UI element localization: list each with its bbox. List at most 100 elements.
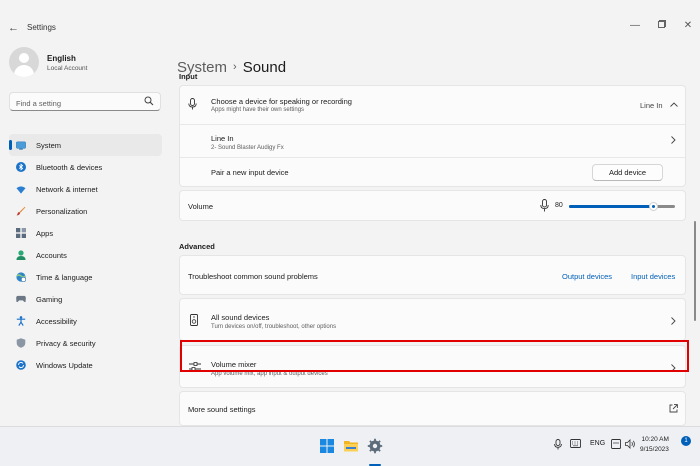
sidebar-item-label: Accounts <box>36 250 67 260</box>
sidebar-item-label: Privacy & security <box>36 338 96 348</box>
shield-icon <box>16 338 26 348</box>
search-input[interactable] <box>10 95 135 112</box>
volume-value: 80 <box>555 202 563 209</box>
chevron-up-icon[interactable] <box>670 102 678 107</box>
line-in-device-row[interactable]: Line In 2- Sound Blaster Audigy Fx <box>180 125 685 157</box>
sidebar-item-time-language[interactable]: Time & language <box>9 266 162 288</box>
chevron-right-icon[interactable] <box>671 364 676 372</box>
sidebar-item-label: Apps <box>36 228 54 238</box>
sidebar-item-label: System <box>36 140 62 150</box>
sidebar-item-privacy[interactable]: Privacy & security <box>9 332 162 354</box>
pair-input-device-row: Pair a new input device Add device <box>180 158 685 187</box>
all-sound-devices-row[interactable]: All sound devices Turn devices on/off, t… <box>179 298 686 341</box>
volume-mixer-row[interactable]: Volume mixer App volume mix, app input &… <box>179 345 686 388</box>
maximize-icon[interactable] <box>655 20 669 31</box>
close-icon[interactable]: ✕ <box>681 20 695 31</box>
taskbar: ENG 10:20 AM 9/15/2023 1 <box>0 426 700 466</box>
input-volume-card: Volume 80 <box>179 190 686 221</box>
sidebar-item-label: Personalization <box>36 206 88 216</box>
choose-input-device-row[interactable]: Choose a device for speaking or recordin… <box>180 86 685 124</box>
profile-name: English <box>47 54 76 63</box>
sidebar-item-apps[interactable]: Apps <box>9 222 162 244</box>
more-sound-settings-row[interactable]: More sound settings <box>179 391 686 426</box>
microphone-icon[interactable] <box>554 439 562 450</box>
gamepad-icon <box>16 294 26 304</box>
clock-time: 10:20 AM <box>641 436 669 443</box>
selected-input-device: Line In <box>640 101 663 110</box>
troubleshoot-card: Troubleshoot common sound problems Outpu… <box>179 255 686 295</box>
globe-clock-icon <box>16 272 26 282</box>
keyboard-icon[interactable] <box>570 439 581 448</box>
all-sound-devices-title: All sound devices <box>211 313 270 322</box>
ethernet-icon[interactable] <box>611 439 621 449</box>
title-bar: ← Settings — ✕ <box>0 14 700 42</box>
sidebar-item-network[interactable]: Network & internet <box>9 178 162 200</box>
sidebar-item-label: Bluetooth & devices <box>36 162 103 172</box>
speaker-device-icon <box>190 314 198 326</box>
windows-start-icon[interactable] <box>319 438 335 454</box>
all-sound-devices-subtitle: Turn devices on/off, troubleshoot, other… <box>211 324 337 330</box>
apps-icon <box>16 228 26 238</box>
add-device-button[interactable]: Add device <box>592 164 663 181</box>
choose-input-device-subtitle: Apps might have their own settings <box>211 107 305 113</box>
choose-input-device-title: Choose a device for speaking or recordin… <box>211 97 352 106</box>
sidebar-item-label: Accessibility <box>36 316 77 326</box>
sidebar-item-accessibility[interactable]: Accessibility <box>9 310 162 332</box>
input-devices-link[interactable]: Input devices <box>631 272 675 281</box>
advanced-section-label: Advanced <box>179 242 215 251</box>
volume-slider[interactable] <box>569 205 675 208</box>
output-devices-link[interactable]: Output devices <box>562 272 612 281</box>
search-box <box>9 92 161 112</box>
settings-window: ← Settings — ✕ English Local Account Sys… <box>0 14 700 426</box>
sidebar-nav: System Bluetooth & devices Network & int… <box>9 134 162 376</box>
sidebar-item-label: Windows Update <box>36 360 93 370</box>
settings-gear-icon[interactable] <box>367 438 383 454</box>
sidebar-item-system[interactable]: System <box>9 134 162 156</box>
sidebar-item-label: Time & language <box>36 272 93 282</box>
person-icon <box>16 250 26 260</box>
brush-icon <box>16 206 26 216</box>
monitor-icon <box>16 140 26 150</box>
bluetooth-icon <box>16 162 26 172</box>
sidebar-item-label: Network & internet <box>36 184 98 194</box>
app-title: Settings <box>27 23 56 32</box>
pair-input-device-title: Pair a new input device <box>211 168 289 177</box>
chevron-right-icon[interactable] <box>671 317 676 325</box>
breadcrumb-separator: › <box>233 61 237 73</box>
volume-slider-fill <box>569 205 654 208</box>
system-clock[interactable]: 10:20 AM 9/15/2023 <box>640 435 669 455</box>
sidebar-item-personalization[interactable]: Personalization <box>9 200 162 222</box>
language-indicator[interactable]: ENG <box>590 440 605 447</box>
avatar[interactable] <box>9 47 39 77</box>
wifi-icon <box>16 184 26 194</box>
external-link-icon[interactable] <box>669 404 678 413</box>
microphone-icon[interactable] <box>540 199 549 212</box>
volume-slider-thumb[interactable] <box>649 202 659 211</box>
volume-mixer-title: Volume mixer <box>211 360 257 369</box>
sidebar-item-gaming[interactable]: Gaming <box>9 288 162 310</box>
line-in-title: Line In <box>211 134 234 143</box>
sidebar-item-label: Gaming <box>36 294 63 304</box>
line-in-subtitle: 2- Sound Blaster Audigy Fx <box>211 145 284 151</box>
speaker-volume-icon[interactable] <box>625 439 636 449</box>
volume-mixer-subtitle: App volume mix, app input & output devic… <box>211 371 328 377</box>
update-icon <box>16 360 26 370</box>
search-icon[interactable] <box>144 96 154 106</box>
minimize-icon[interactable]: — <box>628 20 642 31</box>
notification-badge[interactable]: 1 <box>681 436 691 446</box>
scrollbar[interactable] <box>694 221 696 321</box>
microphone-icon <box>188 98 197 110</box>
input-device-card: Choose a device for speaking or recordin… <box>179 85 686 187</box>
sidebar-item-accounts[interactable]: Accounts <box>9 244 162 266</box>
clock-date: 9/15/2023 <box>640 446 669 453</box>
sidebar-item-windows-update[interactable]: Windows Update <box>9 354 162 376</box>
volume-label: Volume <box>188 202 214 211</box>
mixer-sliders-icon <box>189 362 201 371</box>
sidebar-item-bluetooth[interactable]: Bluetooth & devices <box>9 156 162 178</box>
page-title: Sound <box>242 59 287 76</box>
chevron-right-icon[interactable] <box>671 136 676 144</box>
file-explorer-icon[interactable] <box>343 438 359 454</box>
troubleshoot-title: Troubleshoot common sound problems <box>188 272 318 281</box>
back-arrow-icon[interactable]: ← <box>8 22 19 34</box>
accessibility-icon <box>16 316 26 326</box>
